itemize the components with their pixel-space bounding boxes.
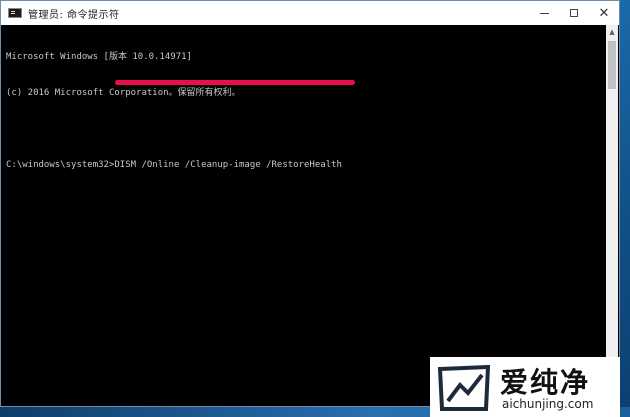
close-icon: ✕ bbox=[598, 5, 610, 21]
command-prompt-window[interactable]: 管理员: 命令提示符 ✕ Microsoft Windows [版本 10.0.… bbox=[0, 0, 620, 407]
window-title: 管理员: 命令提示符 bbox=[28, 9, 120, 21]
scroll-up-arrow-icon[interactable]: ▲ bbox=[606, 25, 618, 39]
maximize-button[interactable] bbox=[559, 1, 589, 25]
console-line-copyright: (c) 2016 Microsoft Corporation。保留所有权利。 bbox=[6, 88, 241, 98]
close-button[interactable]: ✕ bbox=[589, 1, 619, 25]
console-line-command: C:\windows\system32>DISM /Online /Cleanu… bbox=[6, 160, 342, 170]
title-bar[interactable]: 管理员: 命令提示符 ✕ bbox=[1, 1, 619, 25]
window-controls: ✕ bbox=[529, 1, 619, 25]
watermark-brand-name: 爱纯净 bbox=[500, 366, 591, 399]
console-line-version: Microsoft Windows [版本 10.0.14971] bbox=[6, 52, 192, 62]
scrollbar-thumb[interactable] bbox=[608, 41, 616, 89]
watermark-logo: 爱纯净 aichunjing.com bbox=[430, 357, 620, 417]
command-highlight-underline bbox=[115, 80, 355, 85]
console-icon[interactable] bbox=[8, 8, 22, 18]
brand-logo-icon bbox=[438, 365, 490, 411]
desktop-background-right bbox=[620, 0, 630, 417]
minimize-button[interactable] bbox=[529, 1, 559, 25]
maximize-icon bbox=[570, 9, 578, 17]
vertical-scrollbar[interactable]: ▲ ▼ bbox=[606, 25, 618, 406]
watermark-url: aichunjing.com bbox=[502, 397, 594, 411]
minimize-icon bbox=[539, 12, 549, 14]
